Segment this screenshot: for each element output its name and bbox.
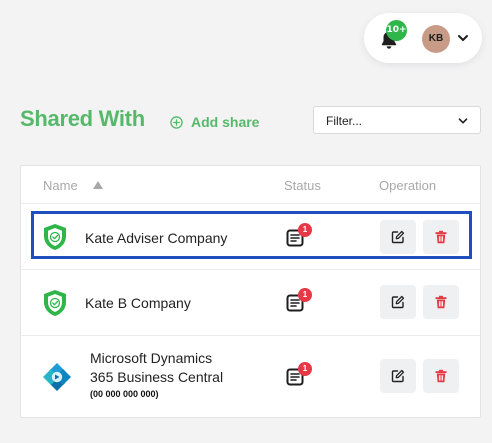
edit-button[interactable] xyxy=(380,285,416,319)
edit-icon xyxy=(391,295,405,309)
column-header-name[interactable]: Name xyxy=(43,178,78,193)
plus-circle-icon xyxy=(170,115,183,129)
status-count-badge: 1 xyxy=(298,288,312,302)
delete-button[interactable] xyxy=(423,285,459,319)
add-share-label: Add share xyxy=(191,114,260,130)
edit-button[interactable] xyxy=(380,220,416,254)
shared-with-table: Name Status Operation Kate Adviser Compa… xyxy=(20,165,481,418)
column-header-status: Status xyxy=(284,178,321,193)
filter-select[interactable]: Filter... xyxy=(313,106,481,134)
table-row[interactable]: Kate Adviser Company 1 xyxy=(21,203,480,269)
row-subtitle: (00 000 000 000) xyxy=(90,389,159,399)
sort-ascending-icon[interactable] xyxy=(93,181,103,189)
delete-button[interactable] xyxy=(423,359,459,393)
status-count-badge: 1 xyxy=(298,223,312,237)
row-name-line2: 365 Business Central xyxy=(90,369,224,385)
add-share-button[interactable]: Add share xyxy=(170,112,259,132)
edit-icon xyxy=(391,230,405,244)
chevron-down-icon[interactable] xyxy=(457,32,469,44)
table-row[interactable]: Kate B Company 1 xyxy=(21,269,480,335)
user-menu[interactable]: 10+ KB xyxy=(364,13,482,63)
table-row[interactable]: Microsoft Dynamics 365 Business Central … xyxy=(21,335,480,417)
filter-placeholder: Filter... xyxy=(326,114,363,128)
shield-check-icon xyxy=(44,290,66,316)
column-header-operation: Operation xyxy=(379,178,437,193)
delete-button[interactable] xyxy=(423,220,459,254)
trash-icon xyxy=(435,369,447,383)
row-name: Microsoft Dynamics xyxy=(90,350,213,366)
page-title: Shared With xyxy=(20,106,145,131)
edit-icon xyxy=(391,369,405,383)
edit-button[interactable] xyxy=(380,359,416,393)
dynamics-365-logo-icon xyxy=(43,363,71,391)
chevron-down-icon xyxy=(458,118,468,124)
shield-check-icon xyxy=(44,224,66,250)
row-name: Kate Adviser Company xyxy=(85,230,228,246)
trash-icon xyxy=(435,295,447,309)
avatar[interactable]: KB xyxy=(422,25,450,53)
trash-icon xyxy=(435,230,447,244)
row-name: Kate B Company xyxy=(85,295,191,311)
status-count-badge: 1 xyxy=(298,362,312,376)
notification-badge: 10+ xyxy=(386,20,407,41)
